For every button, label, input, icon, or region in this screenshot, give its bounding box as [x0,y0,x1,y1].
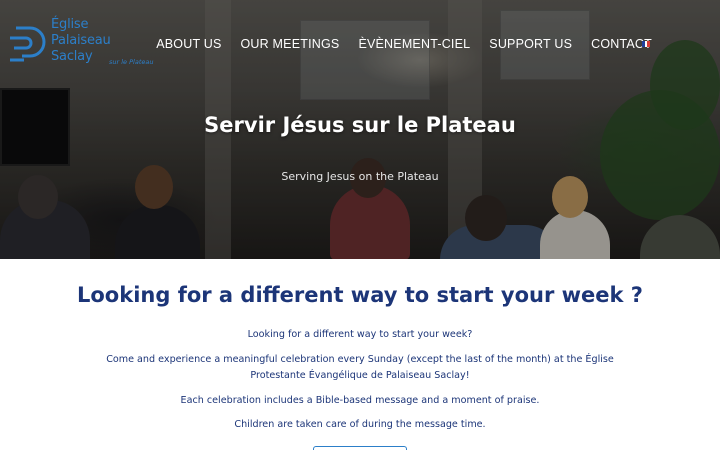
logo-text-line-2: Palaiseau [51,33,111,48]
logo-text-line-1: Église [51,17,89,32]
nav-evenement-ciel[interactable]: ÈVÈNEMENT-CIEL [358,37,470,51]
cta-button[interactable] [313,446,407,450]
main-nav: ABOUT US OUR MEETINGS ÈVÈNEMENT-CIEL SUP… [156,37,652,51]
hero-banner: Église Palaiseau Saclay sur le Plateau A… [0,0,720,259]
section-heading: Looking for a different way to start you… [77,283,643,307]
hero-subtitle: Serving Jesus on the Plateau [281,170,439,183]
logo-subline: sur le Plateau [109,58,154,66]
intro-paragraph-1: Looking for a different way to start you… [247,329,473,340]
intro-section: Looking for a different way to start you… [0,259,720,450]
logo-text-line-3: Saclay [51,49,93,64]
french-flag-icon[interactable] [642,41,651,47]
nav-support-us[interactable]: SUPPORT US [489,37,572,51]
hero-title: Servir Jésus sur le Plateau [204,113,516,137]
intro-paragraph-4: Children are taken care of during the me… [234,419,486,430]
nav-about-us[interactable]: ABOUT US [156,37,221,51]
logo-mark-icon [10,26,46,62]
nav-our-meetings[interactable]: OUR MEETINGS [241,37,340,51]
site-logo[interactable]: Église Palaiseau Saclay sur le Plateau [8,14,168,70]
intro-paragraph-3: Each celebration includes a Bible-based … [180,395,540,406]
intro-paragraph-2: Come and experience a meaningful celebra… [106,354,614,381]
